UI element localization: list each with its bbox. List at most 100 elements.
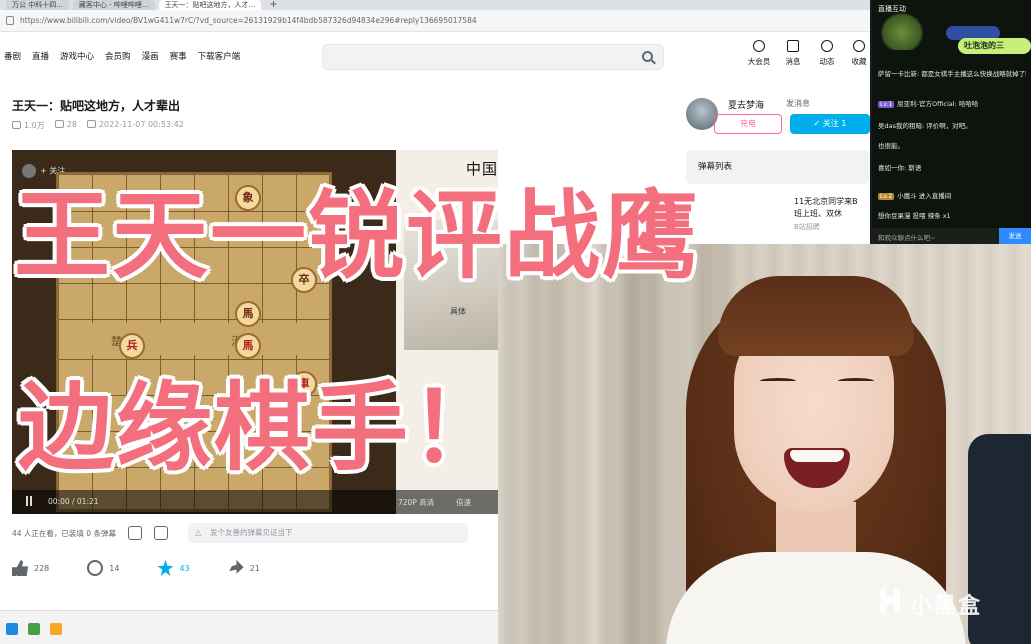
danmaku-toggle-icon[interactable] bbox=[127, 526, 142, 540]
danmaku-icon bbox=[54, 120, 64, 128]
nav-link-game-center[interactable]: 游戏中心 bbox=[60, 50, 94, 62]
publish-time: 2022-11-07 00:53:42 bbox=[86, 120, 184, 131]
charge-button[interactable]: 充电 bbox=[714, 114, 782, 134]
rec-tag: B站招聘 bbox=[794, 223, 820, 231]
nav-link-live[interactable]: 直播 bbox=[32, 50, 49, 62]
nav-favorite[interactable]: 收藏 bbox=[842, 40, 870, 67]
danmaku-count-value: 28 bbox=[66, 120, 77, 129]
chat-bubble: 吐泡泡的三 bbox=[958, 38, 1031, 54]
side-title: 中国象棋第一人 bbox=[466, 160, 498, 178]
chat-message: 喜如一你: 斯语 bbox=[878, 162, 1026, 172]
rec-title-line1: 11无北京同学来B bbox=[794, 197, 858, 206]
speed-button[interactable]: 倍速 bbox=[456, 497, 471, 508]
publish-time-value: 2022-11-07 00:53:42 bbox=[98, 120, 184, 129]
nav-link-esports[interactable]: 赛事 bbox=[170, 50, 187, 62]
chat-input[interactable]: 和观众聊点什么吧~ 发送 bbox=[872, 228, 1031, 244]
chat-message: 想你豆果漫 投喂 辣条 x1 bbox=[878, 210, 1026, 220]
teeth bbox=[790, 450, 844, 462]
board-line bbox=[59, 319, 329, 320]
dynamic-icon bbox=[821, 40, 833, 52]
view-count: 1.0万 bbox=[12, 120, 45, 131]
search-input[interactable] bbox=[322, 44, 664, 70]
new-tab-icon[interactable]: + bbox=[265, 0, 281, 10]
thumbs-up-icon bbox=[12, 560, 28, 576]
chat-input-placeholder: 和观众聊点什么吧~ bbox=[878, 234, 936, 242]
site-header: 番剧 直播 游戏中心 会员购 漫画 赛事 下载客户端 大会员 消息 动态 收藏 bbox=[0, 32, 870, 80]
watermark: 小黑盒 bbox=[876, 584, 1016, 620]
favorite-button[interactable]: 43 bbox=[157, 560, 190, 576]
nav-link-anime[interactable]: 番剧 bbox=[4, 50, 21, 62]
nav-vip-label: 大会员 bbox=[747, 57, 771, 66]
video-meta: 1.0万 28 2022-11-07 00:53:42 bbox=[12, 120, 184, 131]
app-icon[interactable] bbox=[50, 623, 62, 635]
chat-message-text: 吴das我的租暗: 评价啊，对吧。 bbox=[878, 122, 972, 130]
caption-line-2: 边缘棋手！ bbox=[17, 371, 508, 485]
nav-dynamic-label: 动态 bbox=[819, 57, 835, 66]
side-author: 具体 bbox=[450, 307, 466, 316]
rec-title-line2: 班上班、双休 bbox=[794, 209, 842, 218]
level-badge: Lv.1 bbox=[878, 101, 895, 108]
send-message-link[interactable]: 发消息 bbox=[786, 98, 810, 109]
chat-message: 吴das我的租暗: 评价啊，对吧。 bbox=[878, 120, 1026, 130]
danmaku-input[interactable]: 发个友善的弹幕见证当下 bbox=[187, 523, 468, 543]
chess-piece: 兵 bbox=[119, 333, 145, 359]
tab-strip: 万公 中科十四... 藏客中心 - 哔哩哔哩... 王天一：贴吧这地方，人才..… bbox=[0, 0, 870, 10]
address-bar[interactable]: https://www.bilibili.com/video/BV1wG411w… bbox=[0, 10, 870, 32]
chat-message: 萨留一卡比新: 都是女棋手主播这么快换战略就掉了吗 bbox=[878, 68, 1026, 78]
danmaku-settings-icon[interactable] bbox=[153, 526, 168, 540]
danmaku-count: 28 bbox=[54, 120, 77, 131]
favorite-count: 43 bbox=[179, 563, 190, 573]
app-icon[interactable] bbox=[28, 623, 40, 635]
level-badge: Lv.2 bbox=[878, 193, 895, 200]
mascot-image bbox=[880, 12, 924, 50]
pause-icon[interactable] bbox=[26, 496, 32, 506]
viewer-status: 44 人正在看，已装填 0 条弹幕 bbox=[12, 528, 116, 538]
board-line bbox=[59, 359, 329, 360]
url-text[interactable]: https://www.bilibili.com/video/BV1wG411w… bbox=[20, 16, 477, 25]
eye bbox=[760, 378, 796, 384]
uploader-name[interactable]: 夏去梦海 bbox=[728, 98, 764, 111]
share-button[interactable]: 21 bbox=[228, 560, 260, 576]
video-title: 王天一：贴吧这地方，人才辈出 bbox=[12, 99, 181, 113]
avatar bbox=[22, 164, 36, 178]
message-icon bbox=[787, 40, 799, 52]
quality-button[interactable]: 720P 高清 bbox=[398, 497, 434, 508]
view-count-value: 1.0万 bbox=[24, 121, 45, 130]
nav-link-shop[interactable]: 会员购 bbox=[105, 50, 131, 62]
start-icon[interactable] bbox=[6, 623, 18, 635]
nav-links: 番剧 直播 游戏中心 会员购 漫画 赛事 下载客户端 bbox=[0, 50, 240, 62]
follow-button[interactable]: ✓ 关注 1 bbox=[790, 114, 870, 134]
bangs bbox=[718, 276, 914, 356]
nav-link-download[interactable]: 下载客户端 bbox=[198, 50, 241, 62]
coin-count: 14 bbox=[109, 563, 120, 573]
chat-message: 也很能。 bbox=[878, 140, 1026, 150]
nav-message-label: 消息 bbox=[785, 57, 801, 66]
share-icon bbox=[229, 560, 244, 574]
coin-icon bbox=[87, 560, 104, 576]
danmaku-list-toggle[interactable]: 弹幕列表 bbox=[686, 150, 870, 184]
caption-line-1: 王天一锐评战鹰 bbox=[13, 179, 700, 293]
nav-vip[interactable]: 大会员 bbox=[742, 40, 776, 67]
like-button[interactable]: 228 bbox=[12, 560, 49, 576]
share-count: 21 bbox=[249, 563, 260, 573]
nav-dynamic[interactable]: 动态 bbox=[810, 40, 844, 67]
chat-message-text: 小魔斗 进入直播间 bbox=[897, 192, 952, 200]
recommended-item[interactable]: 11无北京同学来B 班上班、双休 B站招聘 bbox=[686, 186, 870, 238]
watermark-text: 小黑盒 bbox=[910, 594, 983, 619]
browser-tab[interactable]: 藏客中心 - 哔哩哔哩... bbox=[72, 0, 155, 10]
browser-tab[interactable]: 万公 中科十四... bbox=[6, 0, 69, 10]
video-actions: 228 14 43 21 bbox=[12, 560, 260, 576]
star-icon bbox=[157, 560, 174, 576]
chat-message-text: 萨留一卡比新: 都是女棋手主播这么快换战略就掉了吗 bbox=[878, 70, 1026, 78]
chat-message-text: 屈亚利-官方Official: 哈哈哈 bbox=[897, 100, 979, 108]
browser-tab-active[interactable]: 王天一：贴吧这地方，人才... bbox=[158, 0, 262, 10]
play-count-icon bbox=[12, 121, 21, 129]
coin-button[interactable]: 14 bbox=[87, 560, 119, 576]
nav-link-comic[interactable]: 漫画 bbox=[142, 50, 159, 62]
search-icon[interactable] bbox=[642, 51, 653, 62]
chat-message: Lv.2 小魔斗 进入直播间 bbox=[878, 190, 1026, 200]
nav-message[interactable]: 消息 bbox=[776, 40, 810, 67]
eye bbox=[838, 378, 874, 384]
chat-message-text: 也很能。 bbox=[878, 142, 904, 150]
send-button[interactable]: 发送 bbox=[999, 228, 1031, 244]
